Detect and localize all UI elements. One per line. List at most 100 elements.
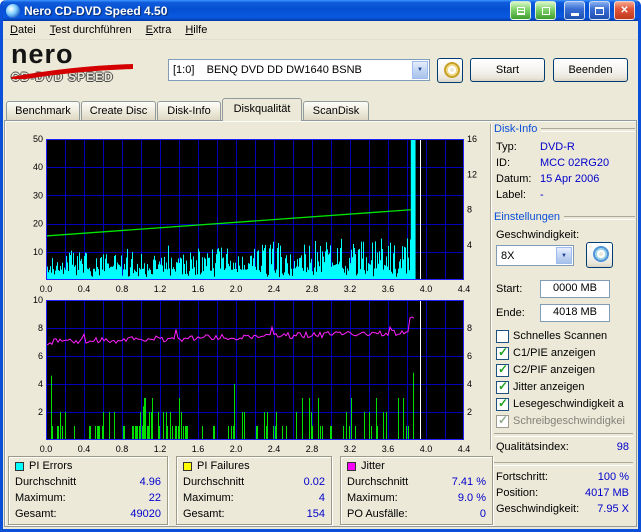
start-button[interactable]: Start bbox=[470, 58, 545, 82]
capture-icon-2 bbox=[541, 6, 550, 15]
svg-text:0.8: 0.8 bbox=[116, 444, 129, 454]
speed-select[interactable]: 8X ▼ bbox=[496, 245, 574, 266]
pi-failures-stats: PI Failures Durchschnitt 0.02 Maximum: 4… bbox=[176, 456, 332, 525]
speed-readout-label: Geschwindigkeit: bbox=[496, 503, 580, 515]
close-button[interactable]: ✕ bbox=[614, 1, 635, 20]
speed-select-value: 8X bbox=[501, 250, 515, 262]
disc-tool-button[interactable] bbox=[437, 58, 463, 83]
svg-text:8: 8 bbox=[467, 323, 472, 333]
menu-bar: Datei Test durchführen Extra Hilfe bbox=[3, 21, 638, 40]
pi-errors-legend-swatch bbox=[15, 461, 24, 471]
menu-datei[interactable]: Datei bbox=[3, 21, 43, 39]
svg-text:4.0: 4.0 bbox=[420, 444, 433, 454]
checkbox-jitter[interactable]: ✓ Jitter anzeigen bbox=[494, 379, 635, 394]
jitter-legend-swatch bbox=[347, 461, 356, 471]
checkbox-box: ✓ bbox=[496, 379, 509, 394]
jitter-stats: Jitter Durchschnitt 7.41 % Maximum: 9.0 … bbox=[340, 456, 493, 525]
tab-strip: Benchmark Create Disc Disk-Info Diskqual… bbox=[6, 98, 426, 121]
checkbox-c2-pif[interactable]: ✓ C2/PIF anzeigen bbox=[494, 362, 635, 377]
pi-failures-stats-title: PI Failures bbox=[197, 460, 250, 472]
app-window: Nero CD-DVD Speed 4.50 ✕ Datei Test durc… bbox=[0, 0, 641, 532]
divider bbox=[494, 433, 633, 437]
menu-hilfe[interactable]: Hilfe bbox=[178, 21, 214, 39]
pi-errors-stats: PI Errors Durchschnitt 4.96 Maximum: 22 … bbox=[8, 456, 168, 525]
speed-select-dropdown[interactable]: ▼ bbox=[556, 247, 572, 264]
speed-readout-value: 7.95 X bbox=[597, 503, 629, 515]
check-icon: ✓ bbox=[498, 345, 509, 359]
panel-separator bbox=[490, 124, 492, 450]
svg-text:3.6: 3.6 bbox=[382, 444, 395, 454]
check-icon: ✓ bbox=[498, 362, 509, 376]
menu-test-durchfuehren[interactable]: Test durchführen bbox=[43, 21, 139, 39]
tab-benchmark[interactable]: Benchmark bbox=[6, 101, 80, 120]
checkbox-box: ✓ bbox=[496, 345, 509, 360]
svg-text:4: 4 bbox=[467, 240, 472, 250]
app-icon bbox=[6, 3, 20, 18]
end-position-input[interactable]: 4018 MB bbox=[540, 304, 610, 322]
capture-button-1[interactable] bbox=[510, 1, 531, 20]
speed-label: Geschwindigkeit: bbox=[496, 229, 580, 241]
tab-disk-info[interactable]: Disk-Info bbox=[157, 101, 221, 120]
disk-date-label: Datum: bbox=[496, 173, 532, 185]
minimize-button[interactable] bbox=[564, 1, 585, 20]
drive-select-dropdown[interactable]: ▼ bbox=[412, 61, 428, 79]
disk-date-value: 15 Apr 2006 bbox=[540, 173, 600, 185]
svg-text:3.2: 3.2 bbox=[344, 444, 357, 454]
svg-text:2: 2 bbox=[38, 407, 43, 417]
divider bbox=[494, 462, 633, 466]
svg-text:0.0: 0.0 bbox=[40, 444, 53, 454]
start-position-input[interactable]: 0000 MB bbox=[540, 280, 610, 298]
refresh-disc-icon bbox=[593, 246, 609, 262]
progress-label: Fortschritt: bbox=[496, 471, 548, 483]
svg-text:40: 40 bbox=[33, 162, 43, 172]
check-icon: ✓ bbox=[498, 396, 509, 410]
quit-button[interactable]: Beenden bbox=[553, 58, 628, 82]
start-position-label: Start: bbox=[496, 283, 523, 295]
svg-text:4.4: 4.4 bbox=[458, 444, 471, 454]
drive-select[interactable]: [1:0] BENQ DVD DD DW1640 BSNB ▼ bbox=[168, 59, 430, 81]
capture-button-2[interactable] bbox=[535, 1, 556, 20]
title-bar: Nero CD-DVD Speed 4.50 ✕ bbox=[3, 0, 638, 21]
disk-label-label: Label: bbox=[496, 189, 526, 201]
check-icon: ✓ bbox=[498, 413, 509, 427]
svg-text:0.4: 0.4 bbox=[78, 444, 91, 454]
checkbox-c1-pie[interactable]: ✓ C1/PIE anzeigen bbox=[494, 345, 635, 360]
svg-text:8: 8 bbox=[467, 205, 472, 215]
chevron-down-icon: ▼ bbox=[561, 252, 567, 259]
checkbox-box: ✓ bbox=[496, 396, 509, 411]
disk-info-header: Disk-Info bbox=[494, 123, 635, 135]
checkbox-schreibgeschwindigkeit[interactable]: ✓ Schreibgeschwindigkei bbox=[494, 413, 635, 428]
svg-text:2.0: 2.0 bbox=[230, 444, 243, 454]
checkbox-box: ✓ bbox=[496, 362, 509, 377]
svg-text:6: 6 bbox=[467, 351, 472, 361]
checkbox-schnelles-scannen[interactable]: ✓ Schnelles Scannen bbox=[494, 329, 635, 343]
settings-header: Einstellungen bbox=[494, 211, 635, 223]
disk-type-label: Typ: bbox=[496, 141, 517, 153]
svg-text:10: 10 bbox=[33, 247, 43, 257]
maximize-button[interactable] bbox=[589, 1, 610, 20]
refresh-disc-button[interactable] bbox=[586, 242, 613, 268]
capture-icon bbox=[516, 6, 525, 15]
tab-diskqualitaet[interactable]: Diskqualität bbox=[222, 98, 302, 121]
progress-value: 100 % bbox=[597, 471, 629, 483]
svg-text:1.6: 1.6 bbox=[192, 444, 205, 454]
svg-text:6: 6 bbox=[38, 351, 43, 361]
pi-errors-chart: 0.0 0.4 0.8 1.2 1.6 2.0 2.4 2.8 3.2 3.6 4.0 4.45040… bbox=[33, 134, 477, 294]
svg-text:2.4: 2.4 bbox=[268, 444, 281, 454]
tab-create-disc[interactable]: Create Disc bbox=[81, 101, 156, 120]
nero-logo: nero CD-DVD SPEED bbox=[11, 41, 161, 87]
checkbox-box: ✓ bbox=[496, 330, 509, 343]
tab-scandisk[interactable]: ScanDisk bbox=[303, 101, 369, 120]
svg-text:4: 4 bbox=[38, 379, 43, 389]
menu-extra[interactable]: Extra bbox=[139, 21, 179, 39]
position-value: 4017 MB bbox=[584, 487, 629, 499]
svg-text:10: 10 bbox=[33, 295, 43, 305]
maximize-icon bbox=[595, 6, 604, 15]
checkbox-lesegeschwindigkeit[interactable]: ✓ Lesegeschwindigkeit a bbox=[494, 396, 635, 411]
drive-select-value: [1:0] BENQ DVD DD DW1640 BSNB bbox=[173, 64, 362, 76]
quality-index-value: 98 bbox=[616, 441, 629, 453]
svg-text:50: 50 bbox=[33, 134, 43, 144]
disk-type-value: DVD-R bbox=[540, 141, 575, 153]
checkbox-box: ✓ bbox=[496, 413, 509, 428]
svg-text:2.8: 2.8 bbox=[306, 444, 319, 454]
